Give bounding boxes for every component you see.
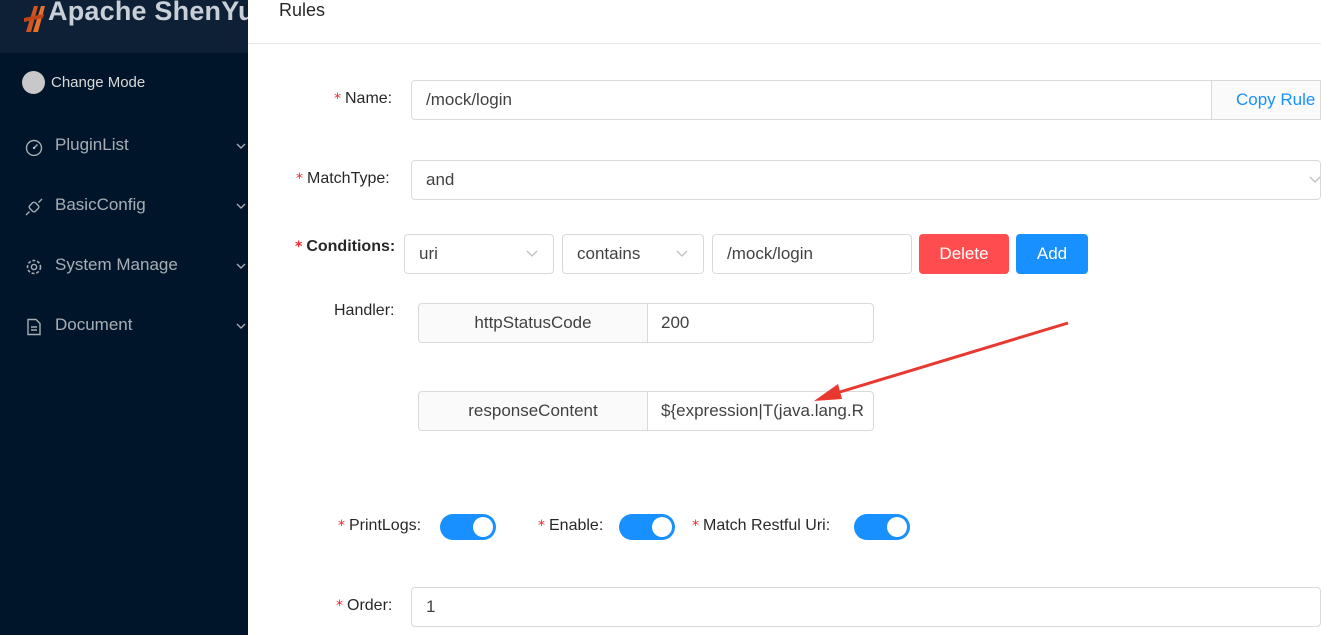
change-mode-label: Change Mode <box>51 73 146 91</box>
matchtype-label: * MatchType: <box>296 170 390 188</box>
sidebar-item-pluginlist[interactable]: PluginList <box>0 126 248 166</box>
enable-label: * Enable: <box>538 517 603 535</box>
header-divider <box>248 43 1321 44</box>
conditions-label: * Conditions: <box>295 238 395 256</box>
sidebar-item-label: System Manage <box>55 255 178 274</box>
match-restful-label-text: Match Restful Uri: <box>703 517 831 534</box>
add-condition-button[interactable]: Add <box>1016 234 1088 274</box>
sidebar-item-system-manage[interactable]: System Manage <box>0 246 248 286</box>
chevron-down-icon <box>236 203 246 209</box>
required-mark: * <box>295 239 303 255</box>
sidebar: Apache ShenYu Change Mode PluginList Bas… <box>0 0 248 635</box>
sidebar-item-document[interactable]: Document <box>0 306 248 346</box>
chevron-down-icon <box>236 143 246 149</box>
chevron-down-icon <box>236 323 246 329</box>
api-icon <box>25 198 43 216</box>
handler-key-http-status-code: httpStatusCode <box>418 303 648 343</box>
required-mark: * <box>296 171 303 187</box>
dashboard-icon <box>25 139 43 156</box>
handler-label: Handler: <box>334 302 395 319</box>
chevron-down-icon <box>236 263 246 269</box>
enable-label-text: Enable: <box>549 517 604 534</box>
condition-value-input[interactable]: /mock/login <box>712 234 912 274</box>
order-input[interactable]: 1 <box>411 587 1321 627</box>
name-label-text: Name: <box>345 90 393 107</box>
switch-knob <box>887 517 907 537</box>
sidebar-item-label: BasicConfig <box>55 195 146 214</box>
matchtype-select[interactable]: and <box>411 160 1321 200</box>
copy-rule-button[interactable]: Copy Rule <box>1211 80 1321 120</box>
match-restful-switch[interactable] <box>854 514 910 540</box>
printlogs-switch[interactable] <box>440 514 496 540</box>
annotation-arrow-icon <box>814 321 1069 401</box>
logo-bar: Apache ShenYu <box>0 0 248 53</box>
required-mark: * <box>692 518 699 534</box>
enable-switch[interactable] <box>619 514 675 540</box>
chevron-down-icon <box>526 250 538 257</box>
chevron-down-icon <box>676 250 688 257</box>
order-label: * Order: <box>336 597 392 615</box>
sidebar-item-label: PluginList <box>55 135 129 154</box>
app-title: Apache ShenYu <box>48 0 248 26</box>
sidebar-item-label: Document <box>55 315 133 334</box>
required-mark: * <box>538 518 545 534</box>
matchtype-label-text: MatchType: <box>307 170 390 187</box>
required-mark: * <box>334 91 341 107</box>
switch-knob <box>473 517 493 537</box>
page-title: Rules <box>279 0 326 20</box>
shenyu-logo-icon <box>24 6 45 32</box>
file-icon <box>27 318 41 336</box>
required-mark: * <box>336 598 343 614</box>
order-label-text: Order: <box>347 597 393 614</box>
chevron-down-icon <box>1309 176 1321 183</box>
printlogs-label: * PrintLogs: <box>338 517 421 535</box>
mode-dot-icon <box>22 70 45 94</box>
name-label: * Name: <box>334 90 392 108</box>
match-restful-label: * Match Restful Uri: <box>692 517 830 535</box>
change-mode-toggle[interactable]: Change Mode <box>22 70 145 94</box>
switch-knob <box>652 517 672 537</box>
handler-key-response-content: responseContent <box>418 391 648 431</box>
required-mark: * <box>338 518 345 534</box>
setting-icon <box>26 259 42 275</box>
conditions-label-text: Conditions: <box>306 238 396 255</box>
sidebar-item-basicconfig[interactable]: BasicConfig <box>0 186 248 226</box>
delete-condition-button[interactable]: Delete <box>919 234 1009 274</box>
name-input[interactable]: /mock/login <box>411 80 1212 120</box>
printlogs-label-text: PrintLogs: <box>349 517 422 534</box>
